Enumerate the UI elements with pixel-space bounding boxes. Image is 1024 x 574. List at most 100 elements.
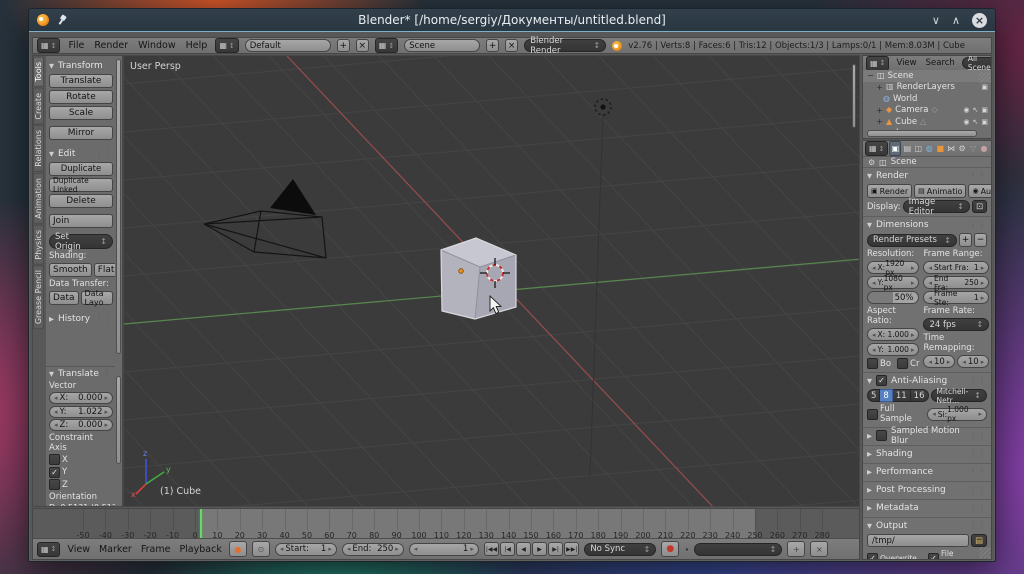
delete-keyframe-icon[interactable]: ×: [810, 541, 828, 557]
performance-panel-header[interactable]: ▶Performance⋮⋮: [867, 465, 987, 478]
timeline-ruler[interactable]: -50-40-30-20-100102030405060708090100110…: [33, 509, 859, 541]
aa-filter-select[interactable]: Mitchell-Netr...: [931, 389, 988, 402]
play-icon[interactable]: ▶: [532, 542, 547, 556]
join-button[interactable]: Join: [49, 214, 113, 228]
motion-blur-checkbox[interactable]: [876, 430, 887, 441]
current-frame-field[interactable]: 1: [409, 543, 479, 556]
expand-icon[interactable]: +: [876, 106, 883, 115]
lamp-object[interactable]: [590, 99, 611, 476]
render-presets-select[interactable]: Render Presets: [867, 234, 957, 247]
play-reverse-icon[interactable]: ◀: [516, 542, 531, 556]
history-panel-header[interactable]: ▶History⋮⋮: [49, 312, 113, 325]
shade-smooth-button[interactable]: Smooth: [49, 263, 92, 277]
post-processing-panel-header[interactable]: ▶Post Processing⋮⋮: [867, 483, 987, 496]
constraint-x-checkbox[interactable]: [49, 454, 60, 465]
tab-world-icon[interactable]: ◍: [924, 142, 934, 155]
outliner-menu-view[interactable]: View: [894, 58, 918, 68]
viewport-canvas[interactable]: [124, 56, 860, 507]
metadata-panel-header[interactable]: ▶Metadata⋮⋮: [867, 501, 987, 514]
frame-start-field[interactable]: Start Fra:1: [923, 261, 989, 274]
titlebar[interactable]: Blender* [/home/sergiy/Документы/untitle…: [29, 9, 995, 32]
data-layout-button[interactable]: Data Layo: [81, 291, 114, 305]
outliner-menu-search[interactable]: Search: [924, 58, 957, 68]
fps-select[interactable]: 24 fps: [923, 318, 989, 331]
render-panel-header[interactable]: ▼Render⋮⋮: [867, 169, 987, 182]
properties-editor-icon[interactable]: ▦: [865, 141, 888, 156]
start-frame-field[interactable]: Start:1: [275, 543, 337, 556]
aa-samples-5-button[interactable]: 5: [867, 389, 880, 402]
timeline-menu-frame[interactable]: Frame: [139, 544, 173, 555]
region-grip[interactable]: [979, 547, 990, 558]
transform-panel-header[interactable]: ▼Transform⋮⋮: [49, 59, 113, 72]
layout-delete-button[interactable]: ×: [356, 39, 369, 52]
scale-button[interactable]: Scale: [49, 106, 113, 120]
menu-window[interactable]: Window: [136, 40, 177, 51]
outliner-filter-select[interactable]: All Scenes: [962, 57, 992, 69]
eye-icon[interactable]: ◉: [963, 106, 969, 114]
outliner-row-world[interactable]: ◍ World: [863, 93, 991, 105]
tab-render-layers-icon[interactable]: ▤: [902, 142, 912, 155]
preset-remove-button[interactable]: −: [974, 233, 987, 247]
overwrite-checkbox[interactable]: [867, 553, 878, 561]
antialiasing-checkbox[interactable]: [876, 375, 887, 386]
render-audio-button[interactable]: ◉Audio: [968, 184, 992, 198]
render-engine-select[interactable]: Blender Render: [524, 39, 606, 52]
aspect-x-field[interactable]: X:1.000: [867, 328, 919, 341]
viewport-region-scrollbar[interactable]: [852, 64, 856, 128]
motion-blur-panel-header[interactable]: ▶Sampled Motion Blur⋮⋮: [867, 429, 987, 442]
aa-size-field[interactable]: Si:1.000 px: [927, 408, 987, 421]
renderability-icon[interactable]: ▣: [981, 106, 988, 114]
frame-end-field[interactable]: End Fra:250: [923, 276, 989, 289]
selectability-icon[interactable]: ↖: [973, 106, 979, 114]
close-icon[interactable]: ×: [972, 13, 987, 28]
rotate-button[interactable]: Rotate: [49, 90, 113, 104]
info-editor-icon[interactable]: ▦: [37, 38, 60, 53]
resolution-percentage-slider[interactable]: 50%: [867, 291, 919, 304]
frame-step-field[interactable]: Frame Ste:1: [923, 291, 989, 304]
border-checkbox[interactable]: [867, 358, 878, 369]
region-grip[interactable]: [979, 72, 990, 83]
scene-delete-button[interactable]: ×: [505, 39, 518, 52]
scene-add-button[interactable]: +: [486, 39, 499, 52]
remap-old-field[interactable]: 10: [923, 355, 955, 368]
delete-button[interactable]: Delete: [49, 194, 113, 208]
mirror-button[interactable]: Mirror: [49, 126, 113, 140]
tab-material-icon[interactable]: ●: [979, 142, 989, 155]
outliner-hscrollbar[interactable]: [867, 130, 977, 137]
file-extensions-checkbox[interactable]: [928, 553, 939, 561]
timeline-menu-view[interactable]: View: [65, 544, 92, 555]
duplicate-linked-button[interactable]: Duplicate Linked: [49, 178, 113, 192]
tab-object-data-icon[interactable]: ▽: [968, 142, 978, 155]
expand-icon[interactable]: +: [876, 117, 883, 126]
playhead[interactable]: [200, 509, 202, 541]
autokey-record-icon[interactable]: ●: [229, 541, 247, 557]
keying-set-field[interactable]: [694, 543, 782, 556]
aa-samples-8-button[interactable]: 8: [880, 389, 892, 402]
minimize-icon[interactable]: ∨: [932, 15, 940, 26]
menu-render[interactable]: Render: [92, 40, 130, 51]
display-select[interactable]: Image Editor: [903, 200, 970, 213]
jump-to-start-icon[interactable]: |◀◀: [484, 542, 499, 556]
operator-panel-header[interactable]: ▼Translate⋮⋮: [49, 369, 113, 379]
tab-tools[interactable]: Tools: [33, 57, 44, 87]
shading-panel-header[interactable]: ▶Shading⋮⋮: [867, 447, 987, 460]
tab-relations[interactable]: Relations: [33, 125, 44, 172]
tab-physics[interactable]: Physics: [33, 225, 44, 265]
aa-samples-11-button[interactable]: 11: [893, 389, 911, 402]
aa-samples-16-button[interactable]: 16: [911, 389, 929, 402]
vector-x-field[interactable]: X:0.000: [49, 392, 113, 404]
maximize-icon[interactable]: ∧: [952, 15, 960, 26]
tab-constraints-icon[interactable]: ⋈: [946, 142, 956, 155]
vector-z-field[interactable]: Z:0.000: [49, 419, 113, 431]
tab-object-icon[interactable]: ■: [935, 142, 945, 155]
outliner-row-renderlayers[interactable]: + ▥ RenderLayers ▣: [863, 82, 991, 94]
render-toggle-icon[interactable]: ▣: [981, 83, 988, 91]
aspect-y-field[interactable]: Y:1.000: [867, 343, 919, 356]
tab-modifiers-icon[interactable]: ⚙: [957, 142, 967, 155]
constraint-y-checkbox[interactable]: [49, 467, 60, 478]
resolution-x-field[interactable]: X:1920 px: [867, 261, 919, 274]
breadcrumb-scene[interactable]: Scene: [891, 157, 917, 167]
timeline-menu-playback[interactable]: Playback: [177, 544, 223, 555]
eye-icon[interactable]: ◉: [963, 118, 969, 126]
renderability-icon[interactable]: ▣: [981, 118, 988, 126]
